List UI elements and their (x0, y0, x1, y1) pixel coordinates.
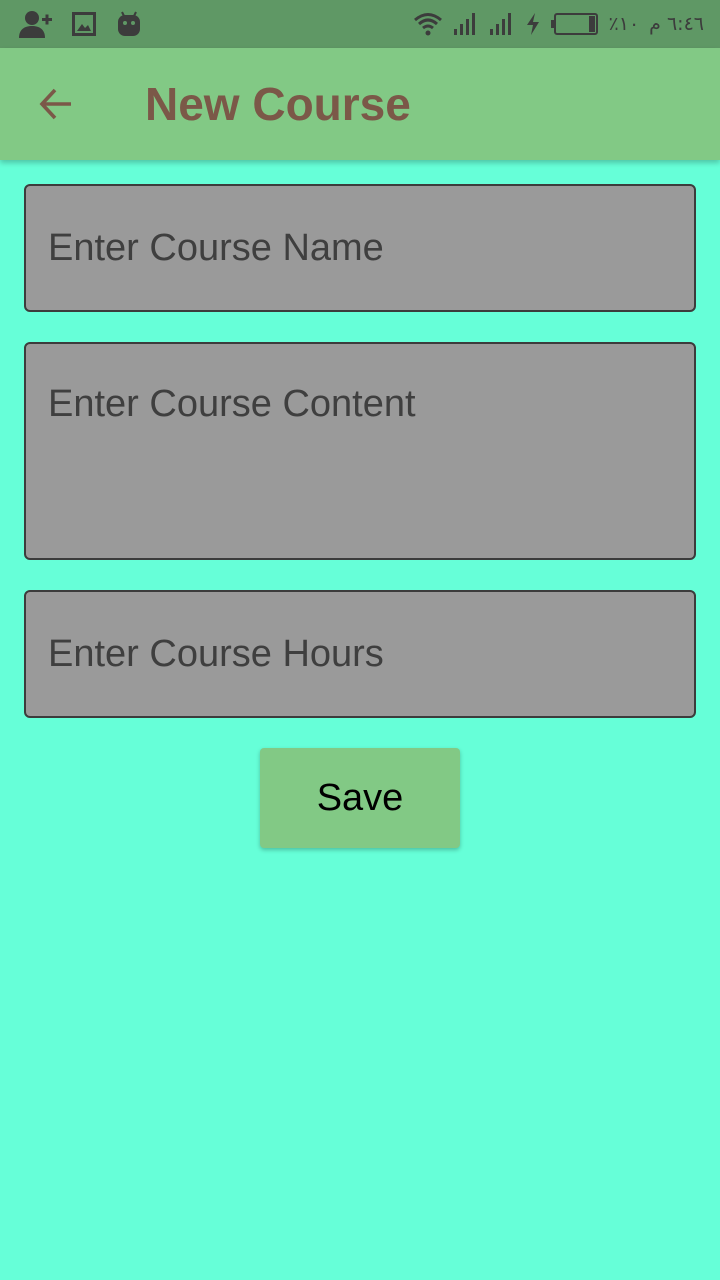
signal-icon (453, 12, 479, 36)
app-bar: New Course (0, 48, 720, 160)
course-name-input[interactable] (24, 184, 696, 312)
status-right-icons: ٪١٠ ٦:٤٦ م (403, 0, 704, 48)
charging-icon (525, 12, 541, 36)
wifi-icon (413, 12, 443, 36)
course-content-input[interactable] (24, 342, 696, 560)
course-hours-input[interactable] (24, 590, 696, 718)
image-icon (72, 12, 96, 36)
status-bar: ٪١٠ ٦:٤٦ م (0, 0, 720, 48)
android-icon (116, 10, 142, 38)
back-button[interactable] (24, 72, 88, 136)
arrow-left-icon (39, 88, 71, 120)
battery-percent: ٪١٠ (608, 13, 640, 35)
status-left-icons (18, 0, 162, 48)
clock: ٦:٤٦ م (649, 13, 704, 35)
add-user-icon (18, 9, 52, 39)
save-button[interactable]: Save (260, 748, 460, 848)
battery-icon (550, 12, 599, 36)
page-title: New Course (145, 78, 411, 130)
signal-icon (489, 12, 515, 36)
